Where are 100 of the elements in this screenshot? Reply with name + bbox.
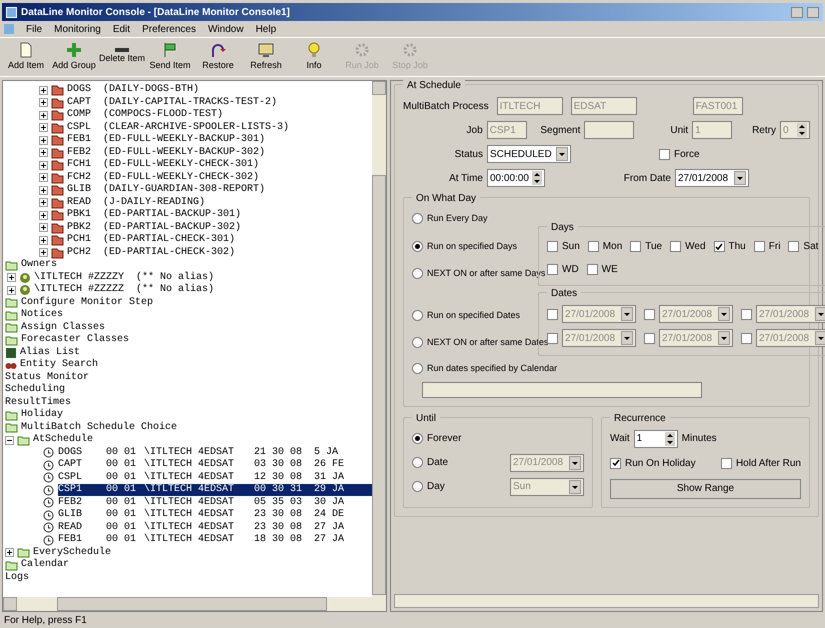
toolbar-button[interactable]: Send Item [148, 38, 192, 76]
checkbox[interactable] [644, 332, 655, 344]
tree-item[interactable]: Status Monitor [5, 372, 90, 384]
expand-icon[interactable] [39, 86, 48, 95]
checkbox[interactable] [659, 148, 670, 160]
input-field[interactable] [584, 121, 634, 139]
schedule-row[interactable]: CSP1 00 01 \ITLTECH 4EDSAT 00 30 31 29 JA [58, 484, 372, 496]
tree-item[interactable]: FEB2 (ED-FULL-WEEKLY-BACKUP-302) [67, 146, 266, 159]
tree-item[interactable]: PBK1 (ED-PARTIAL-BACKUP-301) [67, 209, 242, 222]
expand-icon[interactable] [39, 236, 48, 245]
tree-item[interactable]: MultiBatch Schedule Choice [21, 422, 178, 434]
checkbox[interactable] [588, 241, 599, 252]
schedule-row[interactable]: FEB2 00 01 \ITLTECH 4EDSAT 05 35 03 30 JA [58, 496, 372, 509]
menu-item[interactable]: Preferences [142, 22, 196, 36]
checkbox[interactable] [610, 458, 621, 468]
collapse-icon[interactable] [5, 436, 14, 445]
tree-item[interactable]: Logs [5, 572, 30, 584]
tree-item[interactable]: CAPT (DAILY-CAPITAL-TRACKS-TEST-2) [67, 96, 278, 109]
tree-item[interactable]: DOGS (DAILY-DOGS-BTH) [67, 84, 200, 96]
maximize-icon[interactable] [807, 6, 819, 18]
checkbox[interactable] [754, 241, 765, 252]
menu-item[interactable]: Help [256, 22, 276, 36]
toolbar-button[interactable]: Delete Item [100, 38, 144, 76]
tree-item[interactable]: Scheduling [5, 384, 66, 396]
tree-item[interactable]: Calendar [21, 559, 70, 572]
checkbox[interactable] [788, 241, 800, 252]
tree-item[interactable]: \ITLTECH #ZZZZY (** No alias) [34, 272, 214, 284]
calendar-field[interactable] [422, 382, 702, 398]
tree-item[interactable]: FCH2 (ED-FULL-WEEKLY-CHECK-302) [67, 172, 260, 184]
checkbox[interactable] [741, 332, 752, 344]
show-range-button[interactable]: Show Range [610, 478, 801, 498]
toolbar-button[interactable]: Add Item [4, 38, 48, 76]
checkbox[interactable] [586, 264, 598, 275]
tree-item[interactable]: READ (J-DAILY-READING) [67, 196, 206, 209]
tree-item[interactable]: FCH1 (ED-FULL-WEEKLY-CHECK-301) [67, 159, 260, 172]
expand-icon[interactable] [5, 548, 14, 558]
expand-icon[interactable] [39, 98, 48, 108]
checkbox[interactable] [714, 241, 725, 252]
expand-icon[interactable] [39, 136, 48, 145]
tree-item[interactable]: CSPL (CLEAR-ARCHIVE-SPOOLER-LISTS-3) [67, 122, 290, 134]
tree-item[interactable]: Forecaster Classes [21, 334, 130, 346]
radio-button[interactable] [412, 481, 423, 492]
tree-item[interactable]: Notices [21, 309, 64, 322]
radio-button[interactable] [412, 240, 423, 252]
tree-item[interactable]: AtSchedule [33, 434, 94, 446]
checkbox[interactable] [547, 332, 558, 344]
radio-button[interactable] [412, 433, 423, 444]
checkbox[interactable] [630, 241, 642, 252]
tree-item[interactable]: Holiday [21, 409, 64, 422]
expand-icon[interactable] [39, 160, 48, 170]
tree-item[interactable]: PCH1 (ED-PARTIAL-CHECK-301) [67, 234, 236, 246]
toolbar-button[interactable]: Restore [196, 38, 240, 76]
schedule-row[interactable]: DOGS 00 01 \ITLTECH 4EDSAT 21 30 08 5 JA [58, 446, 372, 459]
spinner-field[interactable]: 1 [634, 430, 678, 448]
tree-item[interactable]: GLIB (DAILY-GUARDIAN-308-REPORT) [67, 184, 266, 196]
menu-item[interactable]: Monitoring [54, 22, 101, 36]
checkbox[interactable] [741, 308, 752, 320]
horizontal-scrollbar[interactable] [394, 594, 819, 608]
radio-button[interactable] [412, 268, 423, 280]
date-field[interactable]: 27/01/2008 [675, 169, 749, 187]
schedule-row[interactable]: READ 00 01 \ITLTECH 4EDSAT 23 30 08 27 JA [58, 522, 372, 534]
tree-item[interactable]: Owners [21, 259, 58, 272]
tree-item[interactable]: PBK2 (ED-PARTIAL-BACKUP-302) [67, 222, 242, 234]
radio-button[interactable] [412, 363, 423, 374]
checkbox[interactable] [547, 308, 558, 320]
expand-icon[interactable] [39, 148, 48, 158]
tree-item[interactable]: Alias List [20, 346, 80, 359]
tree-item[interactable]: Assign Classes [21, 322, 106, 334]
expand-icon[interactable] [39, 248, 48, 258]
tree-item[interactable]: FEB1 (ED-FULL-WEEKLY-BACKUP-301) [67, 134, 266, 146]
radio-button[interactable] [412, 213, 423, 224]
horizontal-scrollbar[interactable] [3, 597, 386, 611]
checkbox[interactable] [547, 264, 558, 275]
tree-item[interactable]: \ITLTECH #ZZZZZ (** No alias) [34, 284, 214, 296]
tree-item[interactable]: EverySchedule [33, 546, 112, 559]
tree-item[interactable]: ResultTimes [5, 396, 72, 409]
radio-button[interactable] [412, 337, 423, 348]
schedule-row[interactable]: GLIB 00 01 \ITLTECH 4EDSAT 23 30 08 24 DE [58, 509, 372, 522]
radio-button[interactable] [412, 457, 423, 468]
schedule-row[interactable]: FEB1 00 01 \ITLTECH 4EDSAT 18 30 08 27 JA [58, 534, 372, 546]
expand-icon[interactable] [39, 223, 48, 232]
toolbar-button[interactable]: Info [292, 38, 336, 76]
tree-item[interactable]: COMP (COMPOCS-FLOOD-TEST) [67, 109, 224, 122]
checkbox[interactable] [720, 458, 732, 468]
expand-icon[interactable] [39, 110, 48, 120]
schedule-row[interactable]: CAPT 00 01 \ITLTECH 4EDSAT 03 30 08 26 FE [58, 459, 372, 472]
minimize-icon[interactable] [791, 6, 803, 18]
tree-item[interactable]: PCH2 (ED-PARTIAL-CHECK-302) [67, 246, 236, 259]
checkbox[interactable] [547, 241, 558, 252]
toolbar-button[interactable]: Refresh [244, 38, 288, 76]
expand-icon[interactable] [7, 273, 16, 282]
expand-icon[interactable] [39, 210, 48, 220]
status-dropdown[interactable]: SCHEDULED [487, 145, 571, 163]
expand-icon[interactable] [39, 198, 48, 208]
expand-icon[interactable] [39, 186, 48, 195]
checkbox[interactable] [644, 308, 655, 320]
checkbox[interactable] [670, 241, 682, 252]
menu-item[interactable]: File [26, 22, 42, 36]
tree-item[interactable]: Entity Search [20, 359, 98, 372]
expand-icon[interactable] [7, 286, 16, 295]
